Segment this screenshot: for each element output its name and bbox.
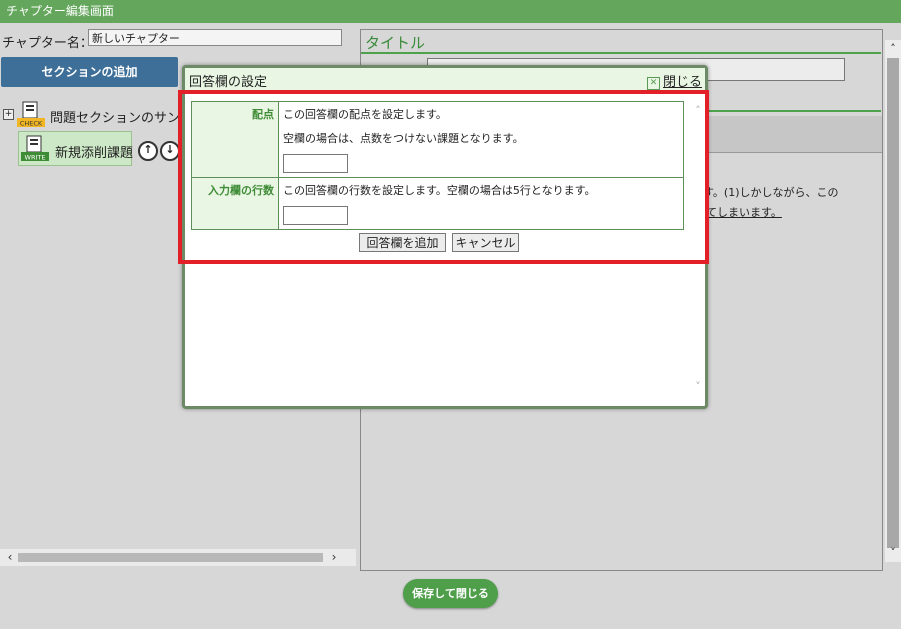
row-description: 空欄の場合は、点数をつけない課題となります。 — [283, 132, 524, 145]
add-section-button[interactable]: セクションの追加 — [1, 57, 178, 87]
tree-item-label[interactable]: 問題セクションのサン — [50, 107, 180, 126]
tree-item-label: 新規添削課題 — [55, 146, 134, 161]
settings-table: 配点 この回答欄の配点を設定します。 空欄の場合は、点数をつけない課題となります… — [191, 101, 684, 230]
move-down-icon[interactable]: ↓ — [160, 141, 180, 161]
scroll-right-icon[interactable]: › — [326, 549, 342, 566]
dialog-scrollbar[interactable]: ˄ ˅ — [691, 104, 705, 394]
scrollbar-thumb[interactable] — [18, 553, 323, 562]
row-label: 配点 — [191, 101, 279, 178]
scroll-left-icon[interactable]: ‹ — [2, 549, 18, 566]
title-heading: タイトル — [365, 34, 426, 52]
horizontal-scrollbar[interactable]: ‹ › — [0, 549, 356, 566]
vertical-scrollbar[interactable]: ˄ ˅ — [885, 40, 901, 562]
scrollbar-thumb[interactable] — [887, 58, 899, 548]
row-label: 入力欄の行数 — [191, 177, 279, 230]
close-label[interactable]: 閉じる — [663, 75, 702, 90]
row-description: この回答欄の配点を設定します。 — [283, 108, 447, 121]
line-count-input[interactable] — [283, 206, 348, 225]
table-row: 配点 この回答欄の配点を設定します。 空欄の場合は、点数をつけない課題となります… — [191, 101, 684, 178]
dialog-close-button[interactable]: ✕ 閉じる — [647, 71, 702, 90]
save-and-close-button[interactable]: 保存して閉じる — [403, 579, 498, 608]
add-answer-field-button[interactable]: 回答欄を追加 — [359, 233, 446, 252]
scroll-down-icon[interactable]: ˅ — [885, 546, 901, 560]
chapter-name-label: チャプター名： — [2, 36, 93, 51]
tree-item-selected[interactable]: WRITE 新規添削課題 — [18, 131, 134, 166]
divider — [361, 52, 881, 54]
row-content: この回答欄の行数を設定します。空欄の場合は5行となります。 — [278, 177, 684, 230]
write-icon-text: WRITE — [25, 154, 46, 162]
body-text: てしまいます。 — [706, 206, 782, 219]
window-title: チャプター編集画面 — [6, 4, 114, 18]
check-icon-text: CHECK — [20, 120, 43, 128]
row-description: この回答欄の行数を設定します。空欄の場合は5行となります。 — [283, 184, 596, 197]
scroll-up-icon[interactable]: ˄ — [691, 104, 705, 117]
close-icon[interactable]: ✕ — [647, 77, 660, 90]
table-row: 入力欄の行数 この回答欄の行数を設定します。空欄の場合は5行となります。 — [191, 177, 684, 230]
scroll-down-icon[interactable]: ˅ — [691, 380, 705, 393]
check-icon: CHECK — [17, 101, 45, 128]
tree-expand-icon[interactable]: + — [3, 109, 14, 120]
window-title-bar: チャプター編集画面 — [0, 0, 901, 23]
move-up-icon[interactable]: ↑ — [138, 141, 158, 161]
write-icon: WRITE — [21, 135, 49, 162]
row-content: この回答欄の配点を設定します。 空欄の場合は、点数をつけない課題となります。 — [278, 101, 684, 178]
dialog-title: 回答欄の設定 — [189, 75, 268, 90]
scroll-up-icon[interactable]: ˄ — [885, 42, 901, 56]
dialog-header: 回答欄の設定 ✕ 閉じる — [185, 68, 705, 91]
score-input[interactable] — [283, 154, 348, 173]
chapter-name-input[interactable]: 新しいチャプター — [88, 29, 342, 46]
answer-field-dialog: 回答欄の設定 ✕ 閉じる 配点 この回答欄の配点を設定します。 空欄の場合は、点数… — [178, 65, 709, 409]
cancel-button[interactable]: キャンセル — [452, 233, 519, 252]
